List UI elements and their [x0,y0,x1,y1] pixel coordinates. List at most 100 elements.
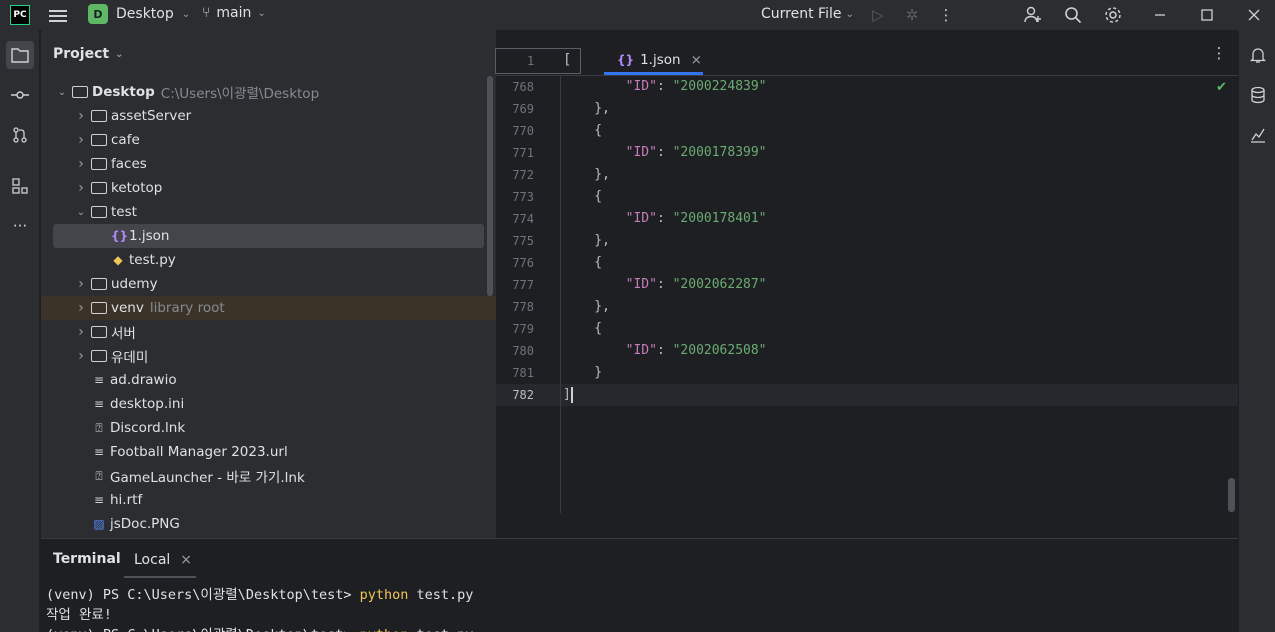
terminal-args: test.py [408,627,474,632]
tree-row[interactable]: › venv library root [41,296,496,320]
left-tool-strip: ··· [0,30,40,632]
sciview-icon[interactable] [1247,124,1269,146]
folder-icon [91,350,107,362]
add-user-icon[interactable] [1023,5,1043,25]
chevron-right-icon[interactable]: › [74,108,88,124]
minimize-icon[interactable] [1150,5,1170,25]
tree-row[interactable]: ⍰ Discord.lnk [41,416,496,440]
chevron-right-icon[interactable]: › [74,132,88,148]
code-line[interactable]: 776 { [496,252,1238,274]
project-badge: D [88,4,108,24]
tree-item-label: jsDoc.PNG [110,516,180,532]
tree-row[interactable]: ⍰ GameLauncher - 바로 가기.lnk [41,464,496,488]
tree-row[interactable]: ⌄ test [41,200,496,224]
tree-row[interactable]: ▨ jsDoc.PNG [41,512,496,536]
chevron-down-icon[interactable]: ⌄ [55,87,69,98]
commit-icon[interactable] [6,81,34,109]
code-line[interactable]: 781 } [496,362,1238,384]
tree-item-path: C:\Users\이광렬\Desktop [160,86,320,102]
editor-scrollbar[interactable] [1228,478,1235,512]
tree-item-label: cafe [111,132,140,148]
branch-switcher[interactable]: ⑂ main ⌄ [202,5,266,21]
code-text: }, [563,296,610,318]
code-line[interactable]: 770 { [496,120,1238,142]
code-editor[interactable]: 768 "ID": "2000224839" 769 }, 770 {771 "ID… [496,76,1238,513]
pull-requests-icon[interactable] [6,121,34,149]
code-line[interactable]: 772 }, [496,164,1238,186]
project-switcher[interactable]: D Desktop ⌄ [88,4,190,24]
code-punctuation: { [563,123,603,138]
code-line[interactable]: 777 "ID": "2002062287" [496,274,1238,296]
run-icon[interactable]: ▷ [868,5,888,25]
chevron-right-icon[interactable]: › [74,300,88,316]
chevron-right-icon[interactable]: › [74,180,88,196]
project-panel: Project ⌄ ⌄ Desktop C:\Users\이광렬\Desktop › a… [41,30,496,538]
code-line[interactable]: 769 }, [496,98,1238,120]
project-folder-icon[interactable] [6,41,34,69]
tree-row[interactable]: {} 1.json [53,224,484,248]
tree-row[interactable]: ≡ desktop.ini [41,392,496,416]
debug-icon[interactable]: ✲ [902,5,922,25]
code-line[interactable]: 779 { [496,318,1238,340]
tree-row[interactable]: › 유데미 [41,344,496,368]
close-icon[interactable] [1244,5,1264,25]
json-value: "2000178401" [672,211,767,226]
chevron-right-icon[interactable]: › [74,276,88,292]
tree-row[interactable]: › udemy [41,272,496,296]
structure-icon[interactable] [6,172,34,200]
editor-tabs-more-icon[interactable]: ⋮ [1208,42,1230,64]
maximize-icon[interactable] [1197,5,1217,25]
chevron-down-icon[interactable]: ⌄ [74,207,88,218]
more-actions-icon[interactable]: ⋮ [936,5,956,25]
database-icon[interactable] [1247,84,1269,106]
more-tools-icon[interactable]: ··· [6,212,34,240]
search-icon[interactable] [1063,5,1083,25]
settings-gear-icon[interactable] [1103,5,1123,25]
tree-row[interactable]: › ketotop [41,176,496,200]
pycharm-logo-icon[interactable]: PC [10,5,30,25]
tree-row[interactable]: ≡ hi.rtf [41,488,496,512]
project-panel-header[interactable]: Project ⌄ [53,46,123,62]
tree-row[interactable]: ≡ Football Manager 2023.url [41,440,496,464]
run-config-selector[interactable]: Current File ⌄ [761,6,854,22]
json-separator: : [656,145,673,160]
tree-item-label: GameLauncher - 바로 가기.lnk [110,470,305,486]
code-line[interactable]: 782] [496,384,1238,406]
folder-icon [91,110,107,122]
chevron-right-icon[interactable]: › [74,348,88,364]
folder-icon [91,302,107,314]
code-line[interactable]: 775 }, [496,230,1238,252]
tree-item-label: desktop.ini [110,396,185,412]
line-number: 770 [512,124,534,138]
right-tool-strip [1238,30,1275,632]
code-line[interactable]: 778 }, [496,296,1238,318]
tree-item-label: test [111,204,137,220]
folder-icon [91,206,107,218]
code-line[interactable]: 780 "ID": "2002062508" [496,340,1238,362]
notifications-bell-icon[interactable] [1247,44,1269,66]
tree-row[interactable]: ≡ ad.drawio [41,368,496,392]
tree-row[interactable]: › cafe [41,128,496,152]
tree-row[interactable]: › assetServer [41,104,496,128]
close-tab-icon[interactable]: × [691,52,702,68]
chevron-right-icon[interactable]: › [74,324,88,340]
tree-row[interactable]: › 서버 [41,320,496,344]
chevron-right-icon[interactable]: › [74,156,88,172]
code-line[interactable]: 774 "ID": "2000178401" [496,208,1238,230]
main-menu-icon[interactable] [49,7,67,23]
tree-row[interactable]: ◆ test.py [41,248,496,272]
tree-row[interactable]: ⌄ Desktop C:\Users\이광렬\Desktop [41,80,496,104]
code-line[interactable]: 768 "ID": "2000224839" [496,76,1238,98]
close-terminal-tab-icon[interactable]: × [180,552,192,568]
code-line[interactable]: 773 { [496,186,1238,208]
no-problems-check-icon[interactable]: ✔ [1216,80,1227,95]
code-line[interactable]: 771 "ID": "2000178399" [496,142,1238,164]
terminal-tab-local[interactable]: Local × [124,543,202,577]
code-text: "ID": "2002062508" [563,340,767,362]
chevron-down-icon: ⌄ [257,7,266,19]
project-scrollbar[interactable] [487,76,493,296]
terminal-command: python [359,587,409,603]
tree-row[interactable]: › faces [41,152,496,176]
editor-tab-bar: {} 1.json × ⋮ [496,30,1238,76]
